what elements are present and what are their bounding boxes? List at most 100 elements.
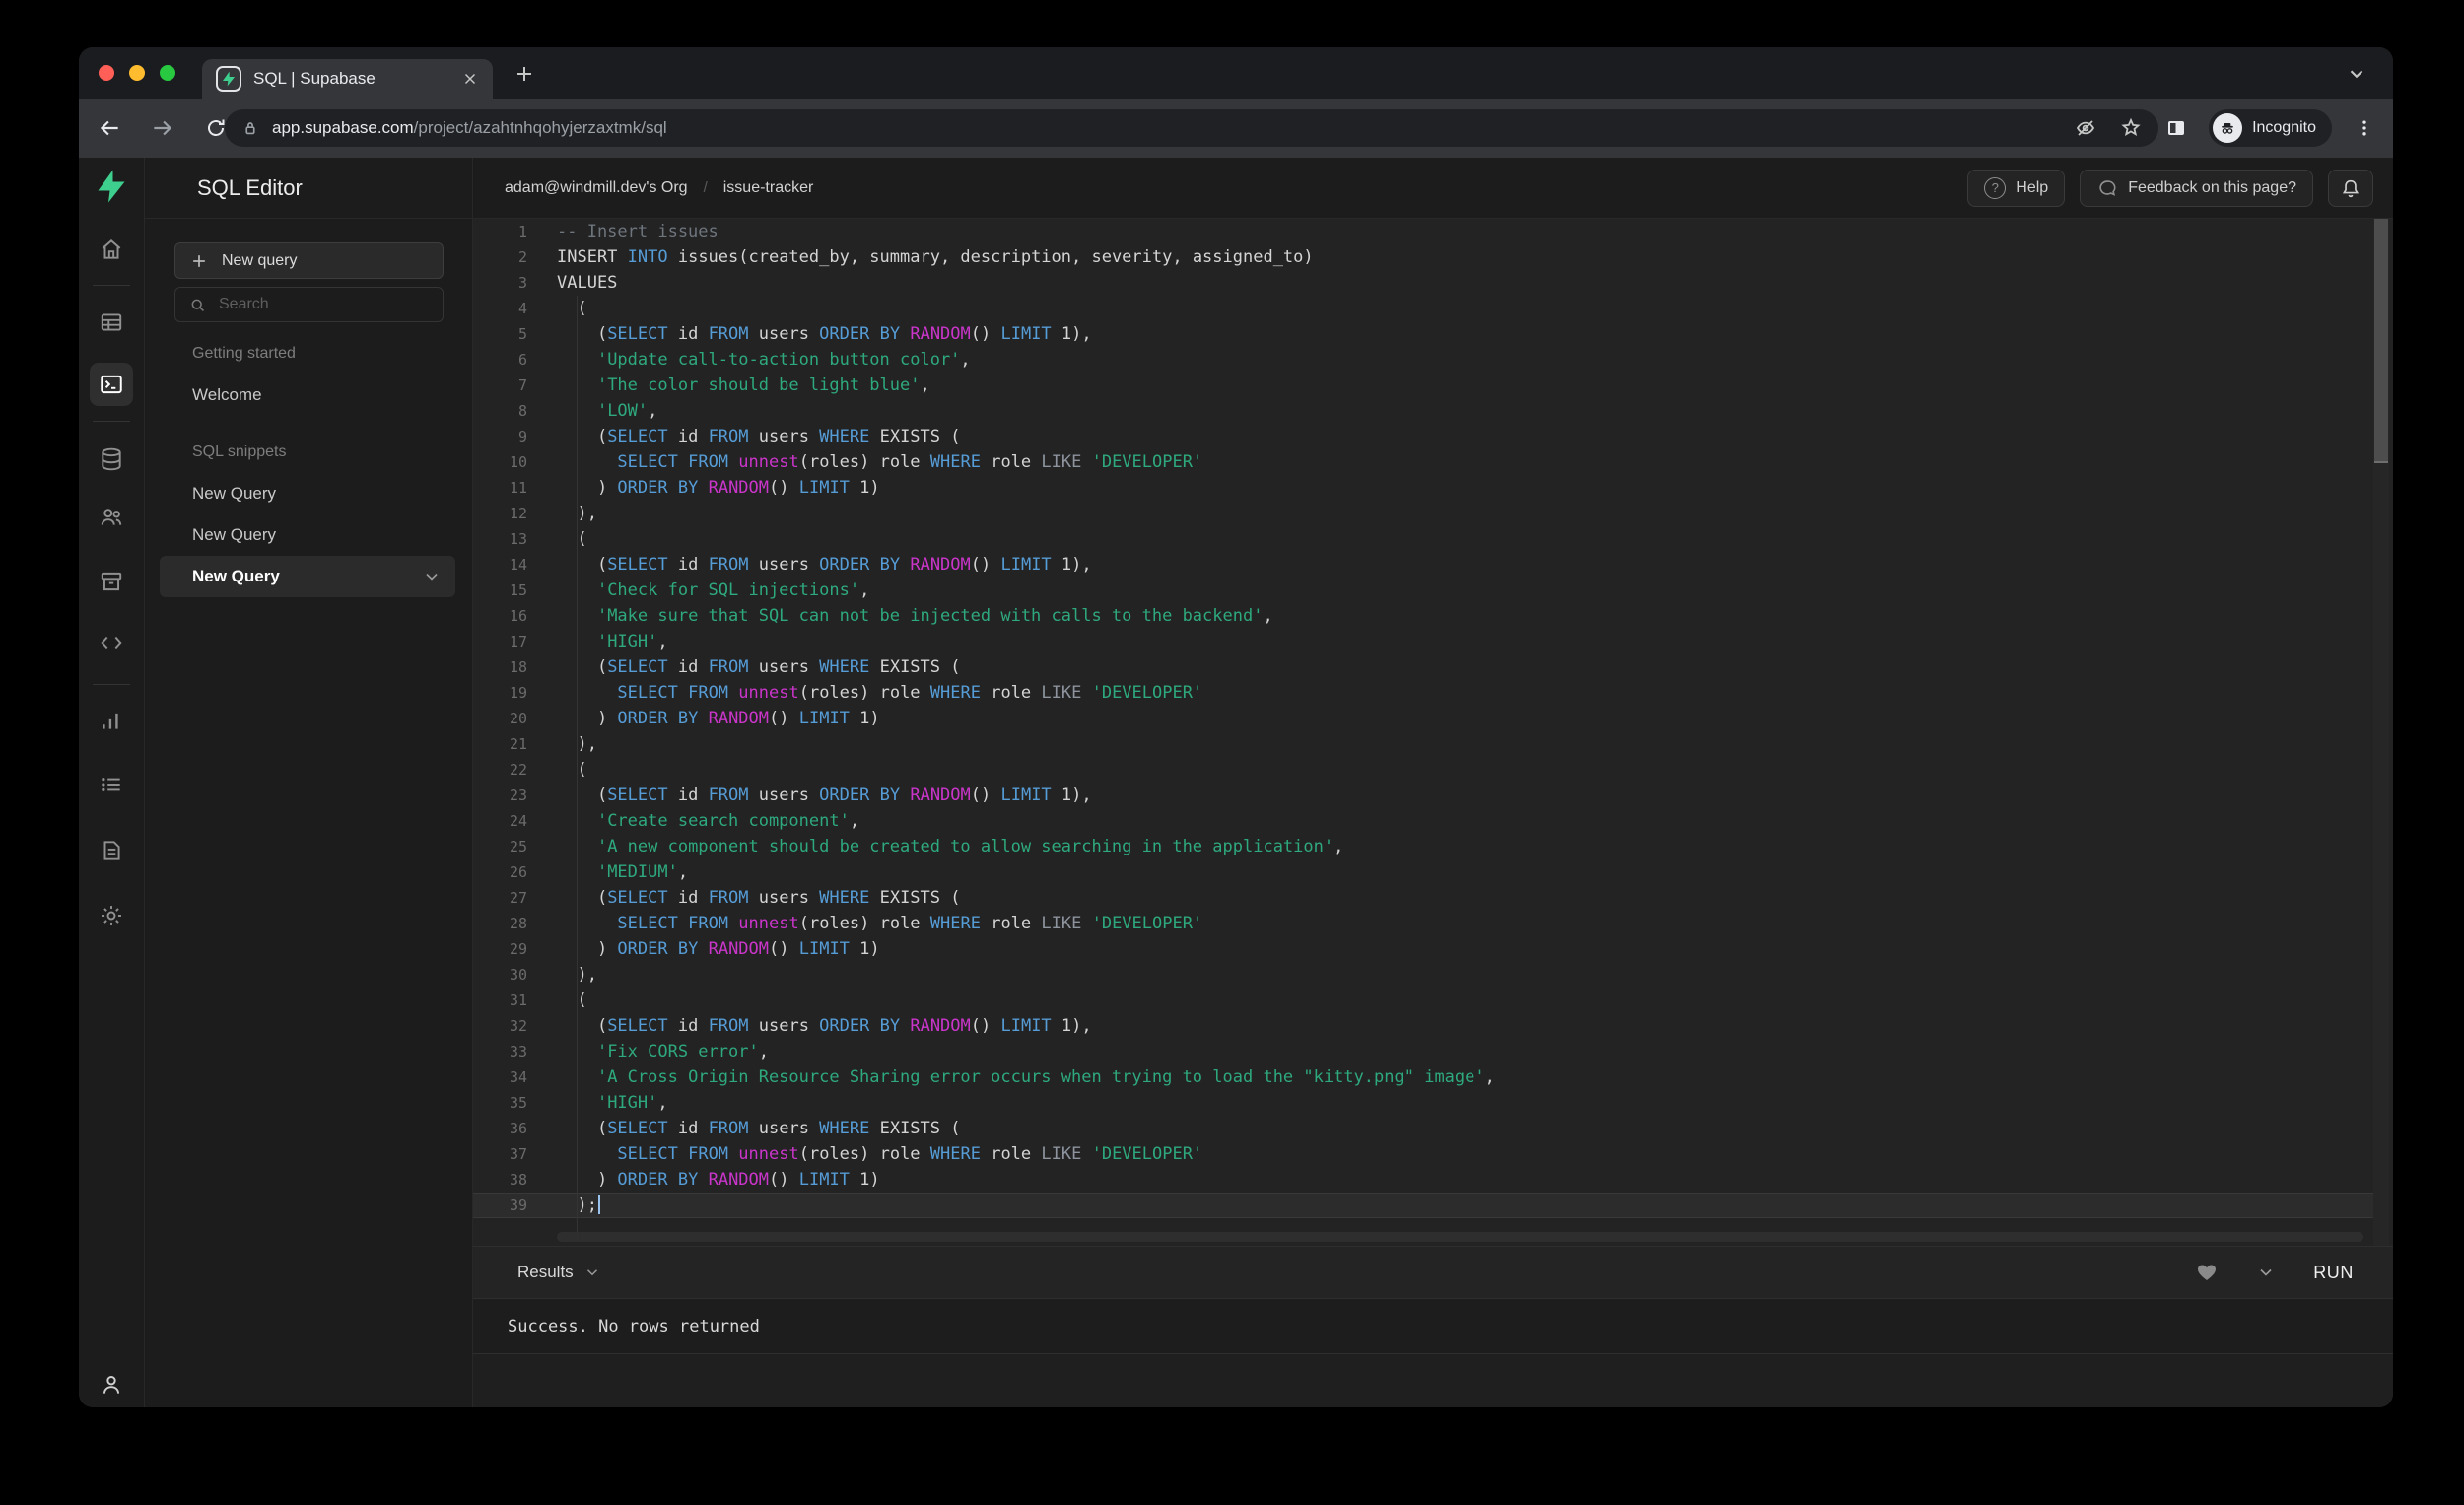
horizontal-scrollbar[interactable] <box>557 1232 2363 1242</box>
sql-editor-panel: SQL Editor New query Getting started Welc… <box>145 158 473 1407</box>
sidebar-item-sql-editor-active[interactable] <box>90 363 133 406</box>
code-line[interactable]: 22 ( <box>473 757 2393 783</box>
run-options-chevron-icon[interactable] <box>2256 1263 2276 1282</box>
code-line[interactable]: 36 (SELECT id FROM users WHERE EXISTS ( <box>473 1116 2393 1141</box>
sidebar-item-table-editor[interactable] <box>99 309 124 335</box>
code-line[interactable]: 23 (SELECT id FROM users ORDER BY RANDOM… <box>473 783 2393 808</box>
line-number: 22 <box>509 761 527 779</box>
incognito-badge[interactable]: Incognito <box>2209 109 2332 147</box>
panel-sections: Getting started Welcome SQL snippets New Qu… <box>145 333 472 597</box>
scrollbar-thumb[interactable] <box>2374 219 2388 463</box>
account-icon[interactable] <box>99 1372 124 1398</box>
code-line[interactable]: 30 ), <box>473 962 2393 988</box>
code-line[interactable]: 11 ) ORDER BY RANDOM() LIMIT 1) <box>473 475 2393 501</box>
favorite-heart-icon[interactable] <box>2195 1261 2219 1284</box>
sidebar-item-storage[interactable] <box>99 569 124 594</box>
bookmark-star-icon[interactable] <box>2119 116 2143 140</box>
sidebar-item-welcome[interactable]: Welcome <box>145 375 472 416</box>
results-bar: Results RUN <box>473 1246 2393 1299</box>
code-line[interactable]: 34 'A Cross Origin Resource Sharing erro… <box>473 1064 2393 1090</box>
help-button[interactable]: ? Help <box>1967 169 2066 207</box>
tab-close-icon[interactable] <box>461 70 479 88</box>
results-footer <box>473 1354 2393 1407</box>
code-line[interactable]: 37 SELECT FROM unnest(roles) role WHERE … <box>473 1141 2393 1167</box>
back-button[interactable] <box>93 111 126 145</box>
sidebar-item-reports[interactable] <box>99 709 124 734</box>
vertical-scrollbar[interactable] <box>2373 219 2389 1246</box>
sidebar-item-settings[interactable] <box>99 903 124 928</box>
code-line[interactable]: 38 ) ORDER BY RANDOM() LIMIT 1) <box>473 1167 2393 1193</box>
supabase-logo-icon[interactable] <box>94 169 129 204</box>
run-button[interactable]: RUN <box>2313 1263 2354 1283</box>
code-editor[interactable]: 1 -- Insert issues 2 INSERT INTO issues(cre… <box>473 219 2393 1246</box>
breadcrumb: adam@windmill.dev's Org / issue-tracker <box>505 179 813 197</box>
code-line[interactable]: 35 'HIGH', <box>473 1090 2393 1116</box>
sidebar-item-docs[interactable] <box>99 838 124 863</box>
line-number: 7 <box>517 376 527 394</box>
forward-button[interactable] <box>146 111 179 145</box>
search-input[interactable] <box>219 296 406 313</box>
code-line[interactable]: 39 ); <box>473 1193 2393 1218</box>
close-window-button[interactable] <box>99 65 114 81</box>
eye-off-icon[interactable] <box>2074 116 2097 140</box>
notifications-button[interactable] <box>2328 169 2373 207</box>
code-line[interactable]: 9 (SELECT id FROM users WHERE EXISTS ( <box>473 424 2393 449</box>
code-line[interactable]: 24 'Create search component', <box>473 808 2393 834</box>
zoom-window-button[interactable] <box>160 65 175 81</box>
code-line[interactable]: 8 'LOW', <box>473 398 2393 424</box>
feedback-button[interactable]: Feedback on this page? <box>2080 169 2313 207</box>
code-line[interactable]: 5 (SELECT id FROM users ORDER BY RANDOM(… <box>473 321 2393 347</box>
code-line[interactable]: 16 'Make sure that SQL can not be inject… <box>473 603 2393 629</box>
code-line[interactable]: 33 'Fix CORS error', <box>473 1039 2393 1064</box>
code-line[interactable]: 1 -- Insert issues <box>473 219 2393 244</box>
breadcrumb-project[interactable]: issue-tracker <box>723 179 814 197</box>
line-number: 27 <box>509 889 527 907</box>
code-line[interactable]: 26 'MEDIUM', <box>473 859 2393 885</box>
tab-search-chevron-icon[interactable] <box>2346 63 2367 85</box>
code-line[interactable]: 28 SELECT FROM unnest(roles) role WHERE … <box>473 911 2393 936</box>
code-line[interactable]: 20 ) ORDER BY RANDOM() LIMIT 1) <box>473 706 2393 731</box>
address-bar[interactable]: app.supabase.com/project/azahtnhqohyjerz… <box>225 109 2158 147</box>
sidebar-item-label: New Query <box>192 567 280 585</box>
code-line[interactable]: 4 ( <box>473 296 2393 321</box>
sidebar-item-new-query[interactable]: New Query <box>145 473 472 514</box>
sidebar-item-logs[interactable] <box>99 772 124 797</box>
new-tab-button[interactable] <box>513 62 536 86</box>
code-line[interactable]: 13 ( <box>473 526 2393 552</box>
sidebar-item-label: New Query <box>192 525 277 544</box>
breadcrumb-org[interactable]: adam@windmill.dev's Org <box>505 179 688 197</box>
incognito-avatar-icon <box>2213 113 2243 143</box>
code-line[interactable]: 10 SELECT FROM unnest(roles) role WHERE … <box>473 449 2393 475</box>
code-line[interactable]: 27 (SELECT id FROM users WHERE EXISTS ( <box>473 885 2393 911</box>
code-line[interactable]: 12 ), <box>473 501 2393 526</box>
code-line[interactable]: 7 'The color should be light blue', <box>473 373 2393 398</box>
search-box[interactable] <box>174 287 444 322</box>
sidebar-item-database[interactable] <box>99 446 124 472</box>
code-line[interactable]: 31 ( <box>473 988 2393 1013</box>
results-dropdown[interactable]: Results <box>517 1263 601 1282</box>
rail-divider <box>93 285 130 286</box>
code-line[interactable]: 15 'Check for SQL injections', <box>473 578 2393 603</box>
sidebar-item-new-query[interactable]: New Query <box>145 514 472 556</box>
code-line[interactable]: 29 ) ORDER BY RANDOM() LIMIT 1) <box>473 936 2393 962</box>
code-line[interactable]: 32 (SELECT id FROM users ORDER BY RANDOM… <box>473 1013 2393 1039</box>
code-line[interactable]: 3 VALUES <box>473 270 2393 296</box>
code-line[interactable]: 14 (SELECT id FROM users ORDER BY RANDOM… <box>473 552 2393 578</box>
sidebar-item-edge-functions[interactable] <box>99 630 124 655</box>
code-line[interactable]: 21 ), <box>473 731 2393 757</box>
minimize-window-button[interactable] <box>129 65 145 81</box>
code-line[interactable]: 6 'Update call-to-action button color', <box>473 347 2393 373</box>
sidebar-item-home[interactable] <box>99 237 124 262</box>
sidebar-item-new-query[interactable]: New Query <box>160 556 455 597</box>
side-panel-icon[interactable] <box>2159 111 2193 145</box>
browser-menu-icon[interactable] <box>2348 111 2381 145</box>
code-line[interactable]: 19 SELECT FROM unnest(roles) role WHERE … <box>473 680 2393 706</box>
browser-tab[interactable]: SQL | Supabase <box>202 59 493 99</box>
code-line[interactable]: 2 INSERT INTO issues(created_by, summary,… <box>473 244 2393 270</box>
code-line[interactable]: 18 (SELECT id FROM users WHERE EXISTS ( <box>473 654 2393 680</box>
nav-rail <box>79 158 145 1407</box>
sidebar-item-auth-users[interactable] <box>99 505 124 530</box>
code-line[interactable]: 17 'HIGH', <box>473 629 2393 654</box>
new-query-button[interactable]: New query <box>174 242 444 279</box>
code-line[interactable]: 25 'A new component should be created to… <box>473 834 2393 859</box>
